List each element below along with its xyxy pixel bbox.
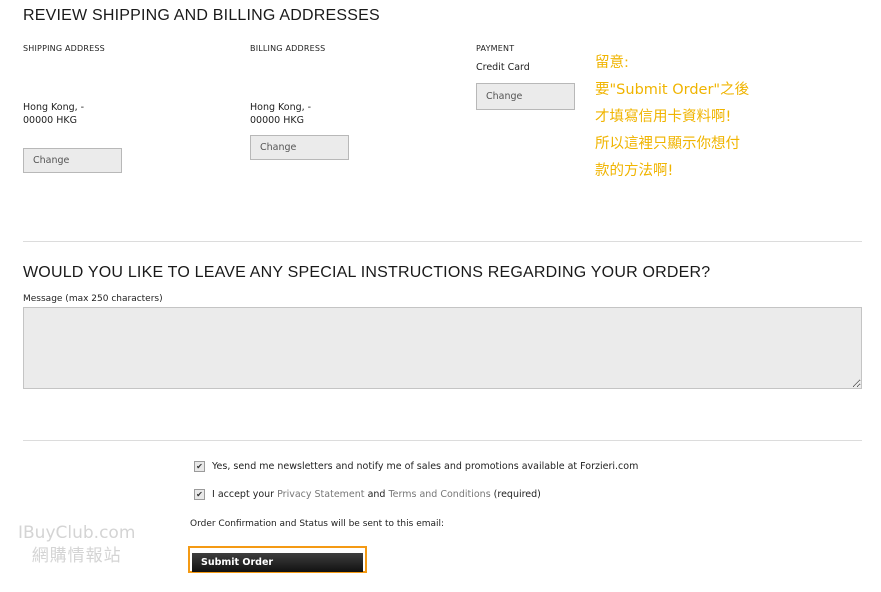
section-divider xyxy=(23,241,862,242)
watermark: IBuyClub.com 網購情報站 xyxy=(18,522,135,568)
change-shipping-button[interactable]: Change xyxy=(23,148,122,173)
payment-method: Credit Card xyxy=(476,62,530,73)
newsletter-label: Yes, send me newsletters and notify me o… xyxy=(212,461,639,472)
terms-row: ✔ I accept your Privacy Statement and Te… xyxy=(194,489,541,500)
billing-address-line2: 00000 HKG xyxy=(250,115,304,126)
review-addresses-title: REVIEW SHIPPING AND BILLING ADDRESSES xyxy=(23,7,380,24)
terms-and: and xyxy=(367,489,386,500)
shipping-address-line2: 00000 HKG xyxy=(23,115,77,126)
billing-address-heading: BILLING ADDRESS xyxy=(250,44,326,53)
change-payment-button[interactable]: Change xyxy=(476,83,575,110)
instructions-title: WOULD YOU LIKE TO LEAVE ANY SPECIAL INST… xyxy=(23,264,711,281)
newsletter-checkbox[interactable]: ✔ xyxy=(194,461,205,472)
watermark-line2: 網購情報站 xyxy=(31,546,122,566)
terms-conditions-link[interactable]: Terms and Conditions xyxy=(388,489,490,500)
message-label: Message (max 250 characters) xyxy=(23,294,163,304)
terms-label: I accept your Privacy Statement and Term… xyxy=(212,489,541,500)
annotation-note: 留意: 要"Submit Order"之後 才填寫信用卡資料啊! 所以這裡只顯示… xyxy=(595,50,775,185)
payment-heading: PAYMENT xyxy=(476,44,515,53)
annotation-line: 才填寫信用卡資料啊! xyxy=(595,109,732,125)
newsletter-row: ✔ Yes, send me newsletters and notify me… xyxy=(194,461,638,472)
terms-checkbox[interactable]: ✔ xyxy=(194,489,205,500)
terms-prefix: I accept your xyxy=(212,489,275,500)
billing-address-line1: Hong Kong, - xyxy=(250,102,312,113)
change-billing-button[interactable]: Change xyxy=(250,135,349,160)
annotation-line: 款的方法啊! xyxy=(595,163,674,179)
message-textarea[interactable] xyxy=(23,307,862,389)
privacy-statement-link[interactable]: Privacy Statement xyxy=(277,489,364,500)
annotation-line: 所以這裡只顯示你想付 xyxy=(595,136,740,152)
watermark-line1: IBuyClub.com xyxy=(18,523,136,543)
submit-highlight: Submit Order xyxy=(188,546,367,573)
shipping-address-heading: SHIPPING ADDRESS xyxy=(23,44,105,53)
annotation-line: 要"Submit Order"之後 xyxy=(595,82,750,98)
shipping-address-line1: Hong Kong, - xyxy=(23,102,85,113)
terms-suffix: (required) xyxy=(493,489,541,500)
confirmation-note: Order Confirmation and Status will be se… xyxy=(190,519,445,529)
section-divider xyxy=(23,440,862,441)
annotation-line: 留意: xyxy=(595,55,629,71)
submit-order-button[interactable]: Submit Order xyxy=(192,553,363,572)
